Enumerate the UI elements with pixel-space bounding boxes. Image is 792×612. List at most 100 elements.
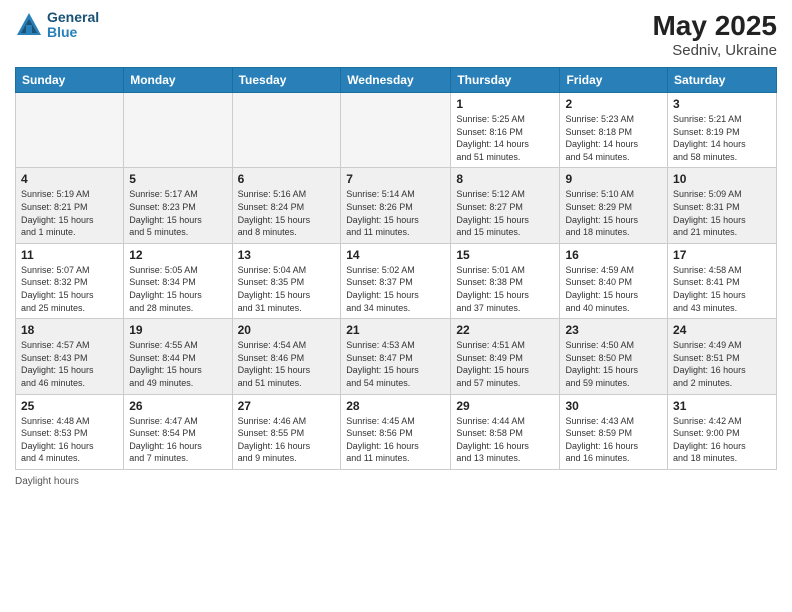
calendar-cell: 12Sunrise: 5:05 AM Sunset: 8:34 PM Dayli…: [124, 243, 232, 318]
calendar-cell: 21 Sunrise: 4:53 AM Sunset: 8:47 PM Dayli…: [341, 319, 451, 394]
main-title: May 2025: [652, 10, 777, 42]
calendar-header-row: SundayMondayTuesdayWednesdayThursdayFrid…: [16, 68, 777, 93]
day-number: 8: [456, 172, 554, 186]
day-info: Sunrise: 4:54 AM Sunset: 8:46 PM Dayligh…: [238, 339, 336, 389]
day-number: 27: [238, 399, 336, 413]
calendar-cell: 14 Sunrise: 5:02 AM Sunset: 8:37 PM Dayli…: [341, 243, 451, 318]
calendar-cell: 22 Sunrise: 4:51 AM Sunset: 8:49 PM Dayli…: [451, 319, 560, 394]
day-number: 20: [238, 323, 336, 337]
calendar-cell: 8Sunrise: 5:12 AM Sunset: 8:27 PM Daylig…: [451, 168, 560, 243]
day-info: Sunrise: 5:04 AM Sunset: 8:35 PM Dayligh…: [238, 264, 336, 314]
day-number: 10: [673, 172, 771, 186]
week-row-1: 1 Sunrise: 5:25 AM Sunset: 8:16 PM Daylig…: [16, 93, 777, 168]
logo: General Blue: [15, 10, 99, 41]
calendar-cell: 15 Sunrise: 5:01 AM Sunset: 8:38 PM Dayli…: [451, 243, 560, 318]
day-info: Sunrise: 5:23 AM Sunset: 8:18 PM Dayligh…: [565, 113, 662, 163]
col-header-tuesday: Tuesday: [232, 68, 341, 93]
calendar-cell: 24 Sunrise: 4:49 AM Sunset: 8:51 PM Dayli…: [668, 319, 777, 394]
title-block: May 2025 Sedniv, Ukraine: [652, 10, 777, 59]
day-info: Sunrise: 5:01 AM Sunset: 8:38 PM Dayligh…: [456, 264, 554, 314]
logo-text-blue: Blue: [47, 25, 99, 40]
calendar-cell: [16, 93, 124, 168]
day-number: 31: [673, 399, 771, 413]
calendar-cell: 9Sunrise: 5:10 AM Sunset: 8:29 PM Daylig…: [560, 168, 668, 243]
day-info: Sunrise: 5:10 AM Sunset: 8:29 PM Dayligh…: [565, 188, 662, 238]
day-info: Sunrise: 5:17 AM Sunset: 8:23 PM Dayligh…: [129, 188, 226, 238]
day-number: 13: [238, 248, 336, 262]
day-number: 29: [456, 399, 554, 413]
day-number: 3: [673, 97, 771, 111]
day-number: 23: [565, 323, 662, 337]
calendar-cell: 16Sunrise: 4:59 AM Sunset: 8:40 PM Dayli…: [560, 243, 668, 318]
calendar-cell: 29 Sunrise: 4:44 AM Sunset: 8:58 PM Dayli…: [451, 394, 560, 469]
day-number: 21: [346, 323, 445, 337]
calendar-cell: 7 Sunrise: 5:14 AM Sunset: 8:26 PM Daylig…: [341, 168, 451, 243]
day-info: Sunrise: 4:53 AM Sunset: 8:47 PM Dayligh…: [346, 339, 445, 389]
week-row-3: 11 Sunrise: 5:07 AM Sunset: 8:32 PM Dayli…: [16, 243, 777, 318]
calendar-cell: 13 Sunrise: 5:04 AM Sunset: 8:35 PM Dayli…: [232, 243, 341, 318]
day-info: Sunrise: 4:47 AM Sunset: 8:54 PM Dayligh…: [129, 415, 226, 465]
day-info: Sunrise: 5:02 AM Sunset: 8:37 PM Dayligh…: [346, 264, 445, 314]
week-row-4: 18Sunrise: 4:57 AM Sunset: 8:43 PM Dayli…: [16, 319, 777, 394]
col-header-thursday: Thursday: [451, 68, 560, 93]
day-number: 24: [673, 323, 771, 337]
day-number: 22: [456, 323, 554, 337]
logo-icon: [15, 11, 43, 39]
day-number: 2: [565, 97, 662, 111]
day-number: 6: [238, 172, 336, 186]
calendar-cell: 30Sunrise: 4:43 AM Sunset: 8:59 PM Dayli…: [560, 394, 668, 469]
day-number: 16: [565, 248, 662, 262]
col-header-friday: Friday: [560, 68, 668, 93]
day-info: Sunrise: 4:51 AM Sunset: 8:49 PM Dayligh…: [456, 339, 554, 389]
day-info: Sunrise: 5:07 AM Sunset: 8:32 PM Dayligh…: [21, 264, 118, 314]
day-number: 25: [21, 399, 118, 413]
calendar-cell: 27Sunrise: 4:46 AM Sunset: 8:55 PM Dayli…: [232, 394, 341, 469]
footer: Daylight hours: [15, 476, 777, 487]
day-info: Sunrise: 5:16 AM Sunset: 8:24 PM Dayligh…: [238, 188, 336, 238]
day-number: 28: [346, 399, 445, 413]
day-info: Sunrise: 4:55 AM Sunset: 8:44 PM Dayligh…: [129, 339, 226, 389]
day-number: 15: [456, 248, 554, 262]
col-header-saturday: Saturday: [668, 68, 777, 93]
calendar-cell: [341, 93, 451, 168]
day-number: 7: [346, 172, 445, 186]
week-row-2: 4Sunrise: 5:19 AM Sunset: 8:21 PM Daylig…: [16, 168, 777, 243]
day-number: 11: [21, 248, 118, 262]
day-info: Sunrise: 5:21 AM Sunset: 8:19 PM Dayligh…: [673, 113, 771, 163]
calendar-cell: 17Sunrise: 4:58 AM Sunset: 8:41 PM Dayli…: [668, 243, 777, 318]
calendar-cell: 19Sunrise: 4:55 AM Sunset: 8:44 PM Dayli…: [124, 319, 232, 394]
day-number: 18: [21, 323, 118, 337]
day-info: Sunrise: 5:14 AM Sunset: 8:26 PM Dayligh…: [346, 188, 445, 238]
calendar-cell: 6 Sunrise: 5:16 AM Sunset: 8:24 PM Daylig…: [232, 168, 341, 243]
calendar-cell: 10 Sunrise: 5:09 AM Sunset: 8:31 PM Dayli…: [668, 168, 777, 243]
calendar-cell: [124, 93, 232, 168]
daylight-label: Daylight hours: [15, 476, 79, 487]
day-info: Sunrise: 4:42 AM Sunset: 9:00 PM Dayligh…: [673, 415, 771, 465]
calendar-cell: [232, 93, 341, 168]
calendar-cell: 31 Sunrise: 4:42 AM Sunset: 9:00 PM Dayli…: [668, 394, 777, 469]
day-info: Sunrise: 4:44 AM Sunset: 8:58 PM Dayligh…: [456, 415, 554, 465]
week-row-5: 25 Sunrise: 4:48 AM Sunset: 8:53 PM Dayli…: [16, 394, 777, 469]
day-info: Sunrise: 4:48 AM Sunset: 8:53 PM Dayligh…: [21, 415, 118, 465]
col-header-monday: Monday: [124, 68, 232, 93]
day-info: Sunrise: 5:19 AM Sunset: 8:21 PM Dayligh…: [21, 188, 118, 238]
day-info: Sunrise: 4:43 AM Sunset: 8:59 PM Dayligh…: [565, 415, 662, 465]
calendar-cell: 26 Sunrise: 4:47 AM Sunset: 8:54 PM Dayli…: [124, 394, 232, 469]
page: General Blue May 2025 Sedniv, Ukraine Su…: [0, 0, 792, 612]
day-info: Sunrise: 4:50 AM Sunset: 8:50 PM Dayligh…: [565, 339, 662, 389]
day-info: Sunrise: 4:49 AM Sunset: 8:51 PM Dayligh…: [673, 339, 771, 389]
calendar-cell: 25 Sunrise: 4:48 AM Sunset: 8:53 PM Dayli…: [16, 394, 124, 469]
header: General Blue May 2025 Sedniv, Ukraine: [15, 10, 777, 59]
day-number: 1: [456, 97, 554, 111]
day-info: Sunrise: 4:58 AM Sunset: 8:41 PM Dayligh…: [673, 264, 771, 314]
col-header-wednesday: Wednesday: [341, 68, 451, 93]
logo-text-general: General: [47, 10, 99, 25]
calendar-cell: 4Sunrise: 5:19 AM Sunset: 8:21 PM Daylig…: [16, 168, 124, 243]
calendar-cell: 2 Sunrise: 5:23 AM Sunset: 8:18 PM Daylig…: [560, 93, 668, 168]
day-number: 26: [129, 399, 226, 413]
calendar-cell: 3 Sunrise: 5:21 AM Sunset: 8:19 PM Daylig…: [668, 93, 777, 168]
day-info: Sunrise: 5:09 AM Sunset: 8:31 PM Dayligh…: [673, 188, 771, 238]
calendar-cell: 5Sunrise: 5:17 AM Sunset: 8:23 PM Daylig…: [124, 168, 232, 243]
day-info: Sunrise: 5:25 AM Sunset: 8:16 PM Dayligh…: [456, 113, 554, 163]
day-number: 14: [346, 248, 445, 262]
